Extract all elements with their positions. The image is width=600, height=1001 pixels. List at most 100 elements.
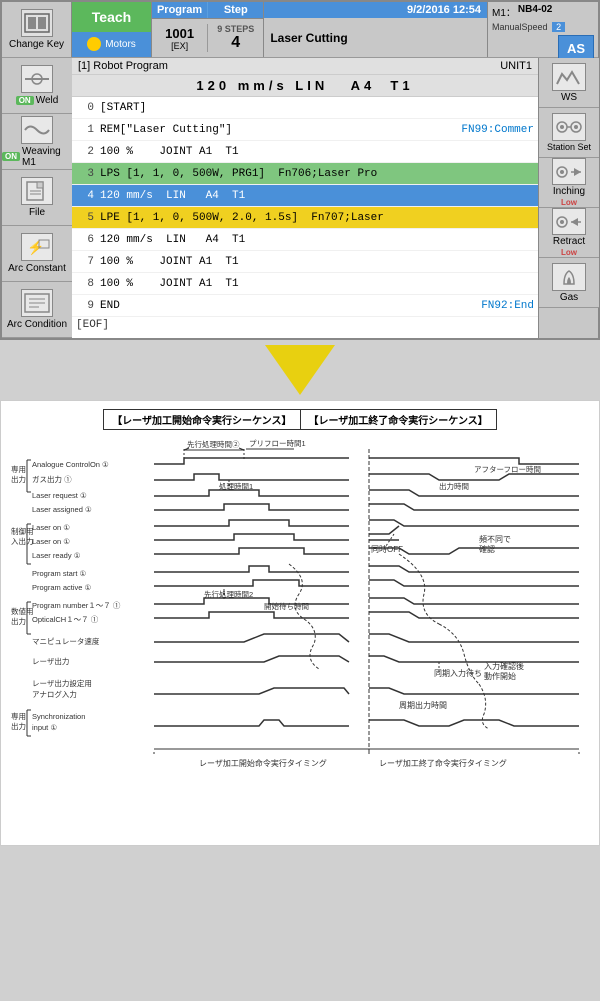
svg-text:処理時間1: 処理時間1 [219,481,253,491]
svg-text:マニピュレータ速度: マニピュレータ速度 [32,636,100,646]
motors-button[interactable]: Motors [72,32,151,58]
station-set-icon [552,113,586,141]
code-line-8: 8 100 % JOINT A1 T1 [72,273,538,295]
file-label: File [29,207,45,218]
program-value: 1001 [EX] [152,26,207,51]
right-header-block: M1： NB4-02 ManualSpeed 2 AS [488,2,598,57]
manual-speed-value: 2 [552,22,565,32]
svg-text:出力: 出力 [11,721,26,731]
gas-icon [552,263,586,291]
file-button[interactable]: File [2,170,72,226]
code-line-2: 2 100 % JOINT A1 T1 [72,141,538,163]
inching-low-badge: Low [561,198,577,207]
arc-condition-icon [21,289,53,317]
code-line-9: 9 END FN92:End [72,295,538,317]
svg-text:Laser assigned ①: Laser assigned ① [32,505,92,514]
ws-label: WS [561,92,577,103]
svg-text:開始待ち時間: 開始待ち時間 [264,601,309,611]
svg-text:先行処理時間②: 先行処理時間② [187,439,240,449]
svg-text:動作開始: 動作開始 [484,671,516,681]
diagram-title-right: 【レーザ加工終了命令実行シーケンス】 [301,409,497,430]
datetime-desc-block: 9/2/2016 12:54 Laser Cutting [264,2,488,57]
svg-text:Program active ①: Program active ① [32,583,92,592]
ws-button[interactable]: WS [539,58,599,108]
description: Laser Cutting [264,18,487,57]
svg-text:Laser on ①: Laser on ① [32,523,70,532]
code-line-1: 1 REM["Laser Cutting"] FN99:Commer [72,119,538,141]
right-sidebar: WS Station Set [538,58,598,338]
svg-text:同時OFF: 同時OFF [371,545,403,554]
arc-condition-button[interactable]: Arc Condition [2,282,72,338]
teach-motors-block: Teach Motors [72,2,152,57]
arrow-section [0,340,600,400]
svg-text:Laser on ①: Laser on ① [32,537,70,546]
left-sidebar: ON Weld ON Weaving M1 [2,58,72,338]
svg-text:出力: 出力 [11,616,26,626]
weaving-label: Weaving M1 [22,146,72,168]
code-header: [1] Robot Program UNIT1 [72,58,538,75]
weld-icon [21,65,53,93]
svg-text:同期入力待ち: 同期入力待ち [434,668,482,678]
change-key-button[interactable]: Change Key [2,2,72,57]
code-line-0: 0 [START] [72,97,538,119]
svg-text:Synchronization: Synchronization [32,712,85,721]
inching-icon [552,158,586,185]
svg-text:Analogue ControlOn ①: Analogue ControlOn ① [32,460,109,469]
datetime: 9/2/2016 12:54 [264,2,487,18]
code-line-4: 4 120 mm/s LIN A4 T1 [72,185,538,207]
change-key-label: Change Key [9,39,64,50]
code-line-3: 3 LPS [1, 1, 0, 500W, PRG1] Fn706;Laser … [72,163,538,185]
manual-speed-label: ManualSpeed [492,22,548,32]
arc-constant-button[interactable]: ⚡ Arc Constant [2,226,72,282]
program-header: [1] Robot Program [78,60,168,72]
arc-constant-label: Arc Constant [8,263,66,274]
file-icon [21,177,53,205]
retract-low-badge: Low [561,248,577,257]
code-line-6: 6 120 mm/s LIN A4 T1 [72,229,538,251]
weld-button[interactable]: ON Weld [2,58,72,114]
svg-text:専用: 専用 [11,464,26,474]
station-set-button[interactable]: Station Set [539,108,599,158]
svg-text:Laser ready ①: Laser ready ① [32,551,81,560]
retract-icon [552,208,586,235]
ws-icon [552,63,586,91]
svg-text:確認: 確認 [479,544,495,554]
svg-text:制御用: 制御用 [11,526,34,536]
eof-line: [EOF] [72,317,538,333]
weaving-button[interactable]: ON Weaving M1 [2,114,72,170]
svg-text:プリフロー時間1: プリフロー時間1 [249,439,306,448]
diagram-title-left: 【レーザ加工開始命令実行シーケンス】 [103,409,300,430]
retract-button[interactable]: Retract Low [539,208,599,258]
svg-text:ガス出力 ①: ガス出力 ① [32,474,72,484]
weaving-on-badge: ON [2,152,20,161]
svg-text:レーザ出力: レーザ出力 [32,656,69,666]
svg-text:頻不同で: 頻不同で [479,534,511,544]
svg-text:OpticalCH１〜７ ①: OpticalCH１〜７ ① [32,615,99,624]
weld-label: Weld [36,95,59,106]
svg-text:出力時間: 出力時間 [439,481,469,491]
nb4-label: NB4-02 [518,4,552,19]
svg-text:アナログ入力: アナログ入力 [32,689,77,699]
step-value: 9 STEPS 4 [207,24,263,52]
teach-button[interactable]: Teach [72,2,151,32]
svg-text:レーザ加工開始命令実行タイミング: レーザ加工開始命令実行タイミング [199,758,327,768]
code-area: [1] Robot Program UNIT1 120 mm/s LIN A4 … [72,58,538,338]
change-key-icon [21,9,53,37]
inching-label: Inching [553,186,585,197]
diagram-title-row: 【レーザ加工開始命令実行シーケンス】 【レーザ加工終了命令実行シーケンス】 [9,409,591,430]
code-speed-line: 120 mm/s LIN A4 T1 [72,75,538,97]
gas-button[interactable]: Gas [539,258,599,308]
gas-label: Gas [560,292,578,303]
svg-text:レーザ加工終了命令実行タイミング: レーザ加工終了命令実行タイミング [379,758,507,768]
prog-step-values: 1001 [EX] 9 STEPS 4 [152,19,263,57]
svg-text:入力確認後: 入力確認後 [484,661,524,671]
svg-text:レーザ出力設定用: レーザ出力設定用 [32,678,92,688]
program-label: Program [152,2,208,18]
inching-button[interactable]: Inching Low [539,158,599,208]
top-panel: Change Key Teach Motors Program Step 100… [0,0,600,340]
station-set-label: Station Set [547,142,591,152]
header-row: Change Key Teach Motors Program Step 100… [2,2,598,58]
unit-label: UNIT1 [500,60,532,72]
code-line-7: 7 100 % JOINT A1 T1 [72,251,538,273]
svg-text:専用: 専用 [11,711,26,721]
